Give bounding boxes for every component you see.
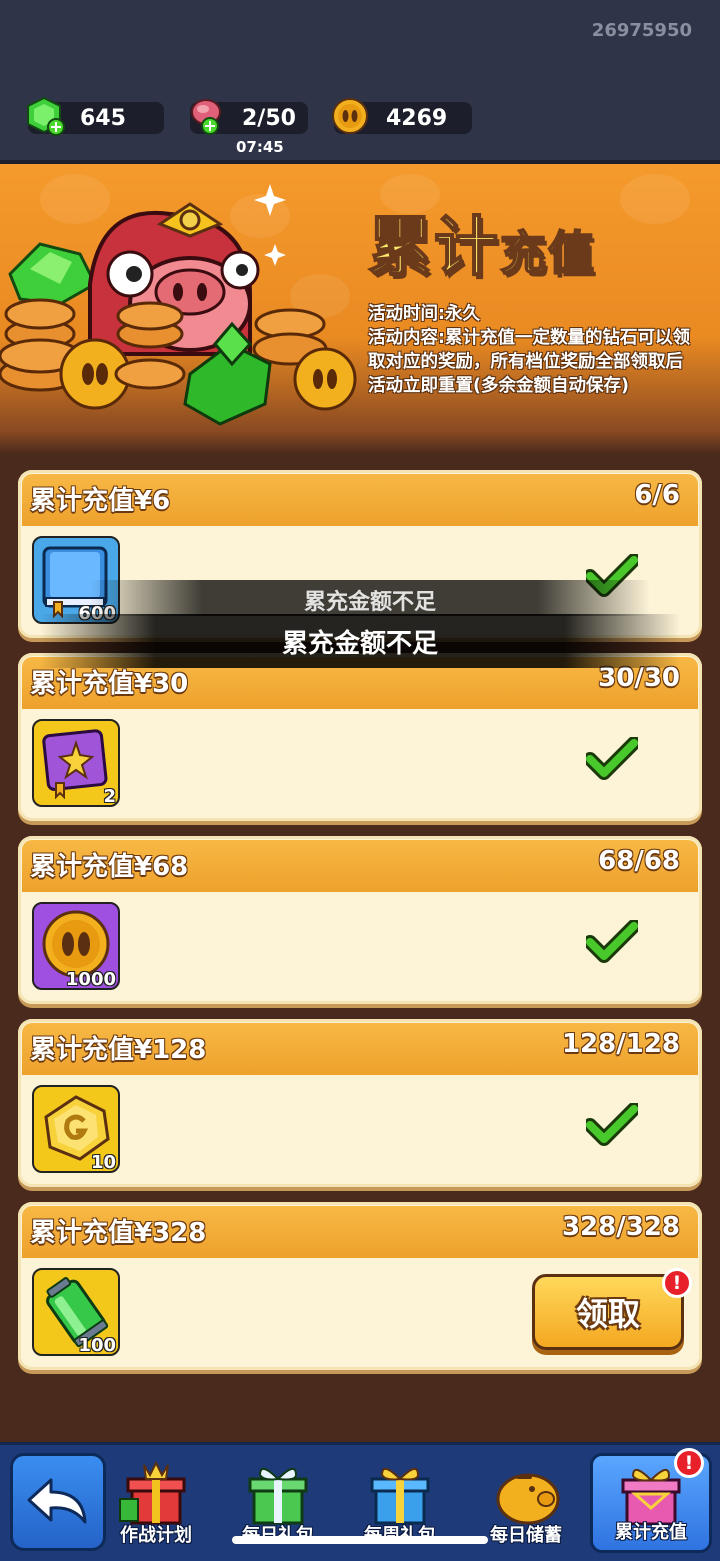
tier-title: 累计充值¥68: [30, 852, 189, 882]
reward-slot[interactable]: 100: [32, 1268, 120, 1356]
tab-label: 累计充值: [615, 1522, 687, 1543]
checkmark-icon: [586, 920, 638, 963]
reward-slot[interactable]: 10: [32, 1085, 120, 1173]
tier-card: 累计充值¥328 328/328 100 领取: [18, 1202, 702, 1370]
tier-card: 累计充值¥30 30/30 2: [18, 653, 702, 821]
tier-progress: 128/128: [561, 1029, 680, 1059]
gems-value: 645: [80, 105, 126, 131]
gem-icon: [24, 94, 68, 144]
tab-label: 作战计划: [120, 1525, 192, 1546]
reward-qty: 10: [90, 1152, 116, 1173]
coins-value: 4269: [386, 105, 448, 131]
top-bar: 26975950 645 2/50 07:45 4269: [0, 0, 720, 164]
alert-badge-icon: !: [674, 1448, 704, 1478]
user-id: 26975950: [591, 20, 692, 41]
checkmark-icon: [586, 1103, 638, 1146]
meat-icon: [186, 94, 230, 144]
tier-title: 累计充值¥328: [30, 1218, 207, 1248]
back-arrow-icon: [27, 1478, 87, 1524]
event-content: 活动内容:累计充值一定数量的钻石可以领取对应的奖励，所有档位奖励全部领取后活动立…: [368, 328, 690, 396]
tier-progress: 6/6: [634, 480, 680, 510]
tier-card: 累计充值¥68 68/68 1000: [18, 836, 702, 1004]
back-button[interactable]: [10, 1453, 106, 1551]
gift-box-green-icon: [248, 1468, 308, 1525]
tier-title: 累计充值¥6: [30, 486, 171, 516]
tier-card: 累计充值¥128 128/128 10: [18, 1019, 702, 1187]
coins-counter[interactable]: 4269: [332, 98, 472, 134]
gems-counter[interactable]: 645: [27, 96, 164, 136]
reward-slot[interactable]: 1000: [32, 902, 120, 990]
alert-badge-icon: !: [662, 1268, 692, 1298]
tier-title: 累计充值¥128: [30, 1035, 207, 1065]
gift-box-red-icon: [119, 1460, 186, 1525]
event-banner: 累计充值 活动时间:永久 活动内容:累计充值一定数量的钻石可以领取对应的奖励，所…: [0, 164, 720, 454]
checkmark-icon: [586, 737, 638, 780]
energy-value: 2/50: [242, 105, 296, 131]
reward-qty: 1000: [65, 969, 116, 990]
energy-timer: 07:45: [236, 138, 284, 156]
piggy-bank-icon: [496, 1473, 560, 1525]
tier-progress: 68/68: [598, 846, 680, 876]
gift-box-blue-icon: [370, 1468, 430, 1525]
reward-slot[interactable]: 2: [32, 719, 120, 807]
home-indicator[interactable]: [232, 1536, 488, 1544]
event-time: 活动时间:永久: [368, 304, 480, 324]
reward-qty: 2: [103, 786, 116, 807]
claim-button[interactable]: 领取: [532, 1274, 684, 1350]
event-description: 活动时间:永久 活动内容:累计充值一定数量的钻石可以领取对应的奖励，所有档位奖励…: [368, 302, 698, 398]
energy-counter[interactable]: 2/50: [190, 99, 308, 135]
tier-progress: 328/328: [561, 1212, 680, 1242]
tier-title: 累计充值¥30: [30, 669, 189, 699]
reward-qty: 100: [78, 1335, 116, 1356]
event-title: 累计充值: [367, 210, 596, 286]
tab-battle-plan[interactable]: 作战计划: [96, 1453, 216, 1553]
toast-message: 累充金额不足: [40, 614, 680, 668]
toast-message-fading: 累充金额不足: [90, 580, 650, 616]
coin-icon: [330, 94, 374, 144]
pig-mascot-icon: [0, 184, 357, 426]
